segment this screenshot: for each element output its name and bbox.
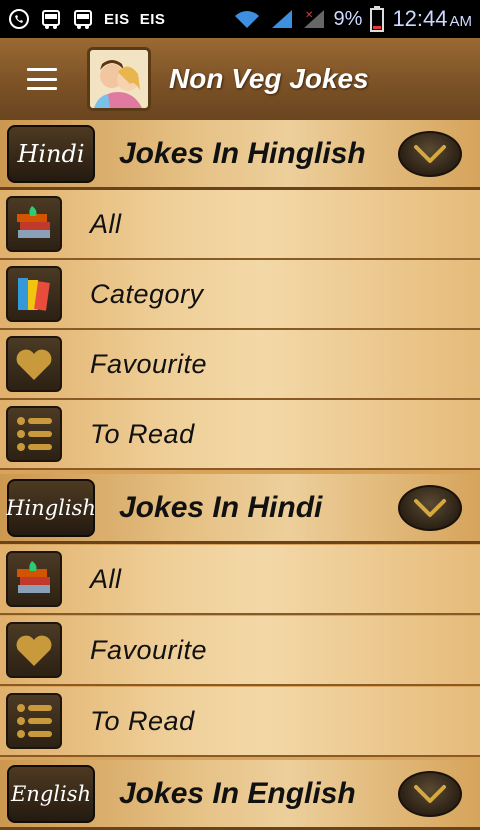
battery-icon <box>370 6 385 32</box>
app-logo-icon <box>87 47 151 111</box>
section-badge: English <box>7 764 95 823</box>
wifi-icon <box>232 8 262 30</box>
heart-icon <box>6 622 62 678</box>
list-item-label: Favourite <box>90 348 208 379</box>
app-title: Non Veg Jokes <box>169 63 369 94</box>
section-badge: Hinglish <box>6 478 96 537</box>
chevron-down-icon[interactable] <box>398 130 462 177</box>
list-item-hinglish-category[interactable]: Category <box>0 260 480 330</box>
section-header-english[interactable]: English Jokes In English <box>0 760 480 830</box>
list-icon <box>6 693 62 749</box>
svg-text:✕: ✕ <box>305 10 313 21</box>
carrier-label-1: EIS <box>104 10 130 28</box>
hamburger-icon[interactable] <box>27 68 57 90</box>
list-item-hindi-all[interactable]: All <box>0 545 480 615</box>
section-header-hindi[interactable]: Hinglish Jokes In Hindi <box>0 474 480 544</box>
list-item-hinglish-favourite[interactable]: Favourite <box>0 330 480 400</box>
section-badge: Hindi <box>7 124 95 183</box>
list-item-label: Favourite <box>90 634 208 665</box>
list-item-hinglish-to-read[interactable]: To Read <box>0 400 480 470</box>
list-item-hinglish-all[interactable]: All <box>0 190 480 260</box>
section-title: Jokes In Hinglish <box>119 136 366 170</box>
whatsapp-icon <box>8 8 30 30</box>
clock-time: 12:44 <box>392 6 448 31</box>
list-item-label: To Read <box>90 418 195 449</box>
chevron-down-icon[interactable] <box>398 484 462 531</box>
signal-icon <box>270 8 294 30</box>
list-item-hindi-favourite[interactable]: Favourite <box>0 616 480 686</box>
status-bar: EIS EIS ✕ 9% 12:44 AM <box>0 0 480 38</box>
category-books-icon <box>6 266 62 322</box>
section-title: Jokes In English <box>119 776 356 810</box>
chevron-down-icon[interactable] <box>398 770 462 817</box>
list-item-label: Category <box>90 278 204 309</box>
heart-icon <box>6 336 62 392</box>
clock-ampm: AM <box>449 13 473 30</box>
list-item-hindi-to-read[interactable]: To Read <box>0 687 480 757</box>
carrier-label-2: EIS <box>139 10 166 28</box>
list-item-label: To Read <box>90 705 195 736</box>
books-icon <box>6 196 62 252</box>
list-icon <box>6 406 62 462</box>
app-bar: Non Veg Jokes <box>0 38 480 120</box>
list-item-label: All <box>90 208 122 239</box>
section-title: Jokes In Hindi <box>119 490 323 524</box>
signal-no-sim-icon: ✕ <box>302 8 326 30</box>
bus-icon <box>72 8 94 30</box>
section-header-hinglish[interactable]: Hindi Jokes In Hinglish <box>0 120 480 190</box>
bus-icon <box>40 8 62 30</box>
books-icon <box>6 551 62 607</box>
list-item-label: All <box>90 563 122 594</box>
battery-percent: 9% <box>333 7 363 30</box>
